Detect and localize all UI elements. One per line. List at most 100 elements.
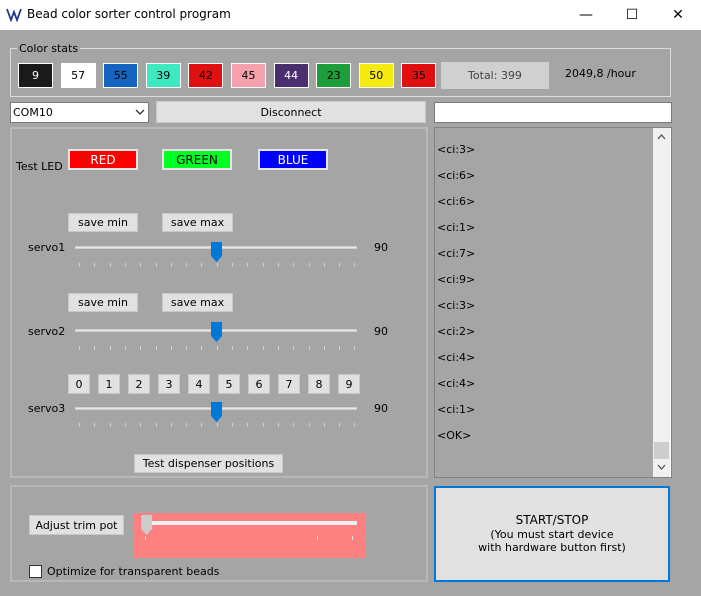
scroll-thumb[interactable] [654, 442, 669, 459]
slider-tick [140, 346, 142, 350]
slider-tick [109, 423, 111, 427]
dispenser-position-button[interactable]: 5 [218, 374, 240, 394]
slider-tick [109, 346, 111, 350]
color-stat-box: 35 [401, 63, 437, 88]
slider-tick [247, 263, 249, 267]
adjust-trim-pot-button[interactable]: Adjust trim pot [29, 515, 124, 535]
start-stop-note-2: with hardware button first) [478, 541, 626, 554]
slider-tick [170, 423, 172, 427]
log-line: <ci:4> [437, 351, 476, 364]
dispenser-position-button[interactable]: 6 [248, 374, 270, 394]
servo1-label: servo1 [28, 241, 66, 254]
color-stats-label: Color stats [17, 42, 81, 55]
optimize-checkbox[interactable] [29, 565, 42, 578]
scroll-up-icon[interactable] [657, 134, 666, 140]
com-port-value: COM10 [13, 106, 53, 119]
servo2-save-min-button[interactable]: save min [68, 293, 138, 312]
servo2-label: servo2 [28, 325, 66, 338]
test-led-label: Test LED [16, 160, 63, 173]
slider-tick [201, 423, 203, 427]
color-stat-box: 9 [18, 63, 53, 88]
dispenser-position-button[interactable]: 7 [278, 374, 300, 394]
color-stat-box: 57 [60, 63, 96, 88]
slider-tick [201, 346, 203, 350]
trim-slider-track[interactable] [143, 521, 357, 525]
servo2-save-max-button[interactable]: save max [162, 293, 233, 312]
slider-tick [293, 263, 295, 267]
total-count: Total: 399 [441, 62, 549, 89]
slider-tick [155, 423, 157, 427]
led-red-button[interactable]: RED [68, 149, 138, 170]
slider-tick [79, 423, 80, 427]
start-stop-title: START/STOP [515, 513, 589, 527]
servo3-value: 90 [374, 402, 388, 415]
led-blue-button[interactable]: BLUE [258, 149, 328, 170]
slider-tick [94, 346, 96, 350]
log-line: <ci:6> [437, 169, 476, 182]
trim-slider-thumb[interactable] [141, 515, 152, 535]
slider-tick [140, 263, 142, 267]
slider-tick [94, 423, 96, 427]
close-icon: ✕ [672, 7, 684, 23]
trim-slider-area [133, 513, 365, 558]
command-input[interactable] [434, 102, 672, 123]
app-logo-icon [6, 8, 22, 22]
slider-tick [201, 263, 203, 267]
slider-tick [339, 263, 341, 267]
slider-tick [354, 263, 356, 267]
slider-tick [232, 263, 233, 267]
slider-tick [109, 263, 111, 267]
maximize-button[interactable]: ☐ [609, 0, 655, 30]
color-stat-box: 39 [145, 63, 181, 88]
slider-tick [277, 263, 279, 267]
slider-tick [354, 346, 356, 350]
log-line: <ci:2> [437, 325, 476, 338]
servo1-save-min-button[interactable]: save min [68, 213, 138, 232]
dispenser-position-button[interactable]: 3 [158, 374, 180, 394]
start-stop-button[interactable]: START/STOP (You must start device with h… [434, 486, 670, 582]
optimize-label: Optimize for transparent beads [47, 565, 220, 578]
dispenser-position-button[interactable]: 1 [98, 374, 120, 394]
slider-tick [124, 263, 126, 267]
slider-tick [293, 346, 295, 350]
slider-tick [308, 346, 310, 350]
test-dispenser-button[interactable]: Test dispenser positions [134, 454, 283, 473]
slider-tick [216, 423, 218, 427]
slider-tick [247, 346, 249, 350]
dispenser-position-button[interactable]: 4 [188, 374, 210, 394]
disconnect-button[interactable]: Disconnect [156, 101, 426, 123]
slider-tick [155, 263, 157, 267]
dispenser-position-button[interactable]: 9 [338, 374, 360, 394]
servo3-label: servo3 [28, 402, 66, 415]
slider-tick [124, 346, 126, 350]
slider-tick [323, 423, 325, 427]
rate-label: 2049,8 /hour [565, 67, 636, 80]
slider-tick [216, 263, 218, 267]
slider-tick [124, 423, 126, 427]
dispenser-position-button[interactable]: 8 [308, 374, 330, 394]
dispenser-position-button[interactable]: 2 [128, 374, 150, 394]
scroll-down-icon[interactable] [657, 464, 666, 470]
color-stat-box: 50 [358, 63, 394, 88]
slider-tick [170, 263, 172, 267]
title-bar: Bead color sorter control program — ☐ ✕ [0, 0, 701, 30]
color-stat-box: 42 [188, 63, 224, 88]
chevron-down-icon [135, 109, 145, 115]
log-scrollbar[interactable] [653, 128, 670, 477]
slider-tick [186, 423, 188, 427]
close-button[interactable]: ✕ [655, 0, 701, 30]
com-port-select[interactable]: COM10 [10, 102, 149, 123]
color-stat-box: 44 [273, 63, 309, 88]
slider-tick [186, 263, 188, 267]
slider-tick [293, 423, 295, 427]
start-stop-note-1: (You must start device [490, 528, 614, 541]
servo1-save-max-button[interactable]: save max [162, 213, 233, 232]
maximize-icon: ☐ [625, 7, 639, 23]
minimize-button[interactable]: — [563, 0, 609, 30]
trim-tick [352, 536, 353, 540]
slider-tick [323, 263, 325, 267]
dispenser-position-button[interactable]: 0 [68, 374, 90, 394]
slider-tick [308, 423, 310, 427]
log-line: <ci:4> [437, 377, 476, 390]
led-green-button[interactable]: GREEN [162, 149, 232, 170]
